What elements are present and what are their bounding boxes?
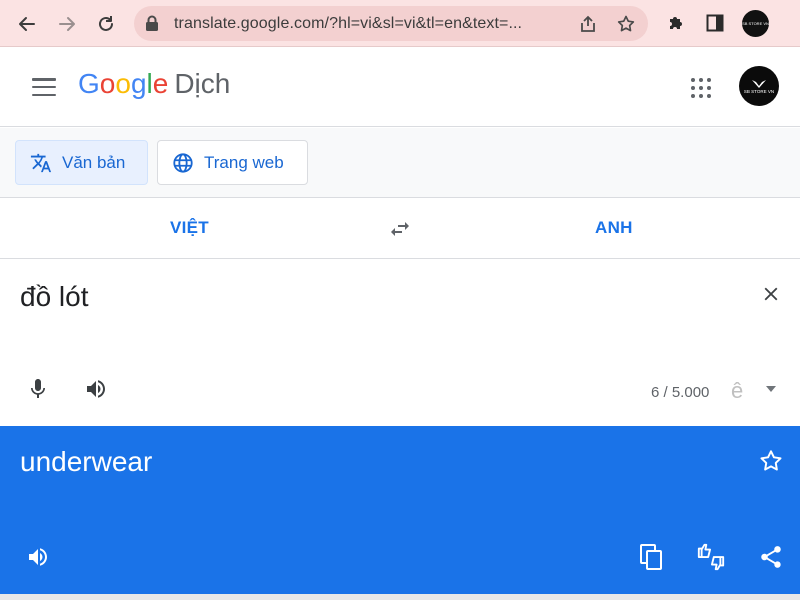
text-mode-label: Văn bản <box>62 152 126 172</box>
mode-toolbar: Văn bản Trang web <box>0 128 800 198</box>
apps-dot <box>699 94 703 98</box>
app-header: Google Dịch SB STORE VN <box>0 47 800 127</box>
arrow-left-icon <box>19 17 35 31</box>
bookmark-button[interactable] <box>616 14 636 34</box>
back-button[interactable] <box>11 8 43 40</box>
address-bar[interactable]: translate.google.com/?hl=vi&sl=vi&tl=en&… <box>134 6 648 41</box>
input-tools-dropdown[interactable] <box>766 386 776 392</box>
apps-dot <box>707 86 711 90</box>
logo-letter: e <box>152 68 169 99</box>
copy-icon <box>640 544 662 570</box>
target-language-tab[interactable]: ANH <box>595 218 633 238</box>
microphone-icon <box>31 379 45 398</box>
translation-output: underwear <box>20 446 153 477</box>
apps-dot <box>691 94 695 98</box>
input-tools-button[interactable]: ê <box>731 378 743 404</box>
extensions-button[interactable] <box>663 10 689 36</box>
menu-line <box>32 93 56 96</box>
profile-text: SB STORE VN <box>742 21 769 26</box>
text-mode-button[interactable]: Văn bản <box>15 140 148 185</box>
character-count: 6 / 5.000 <box>651 384 710 401</box>
listen-translation-button[interactable] <box>23 542 53 572</box>
puzzle-icon <box>670 17 682 29</box>
product-name: Dịch <box>174 68 231 99</box>
swap-languages-button[interactable] <box>386 215 414 243</box>
apps-dot <box>699 78 703 82</box>
avatar-logo-icon <box>752 79 766 88</box>
speaker-icon <box>29 548 47 566</box>
window-bottom-edge <box>0 594 800 600</box>
logo-letter: o <box>115 68 131 99</box>
translate-icon <box>30 153 52 172</box>
share-page-button[interactable] <box>578 14 598 34</box>
thumbs-rating-icon <box>697 543 725 571</box>
source-text-input[interactable]: đồ lót <box>20 281 89 313</box>
website-mode-label: Trang web <box>204 152 284 172</box>
voice-input-button[interactable] <box>24 375 52 403</box>
browser-profile-avatar[interactable]: SB STORE VN <box>742 10 769 37</box>
apps-dot <box>691 86 695 90</box>
side-panel-icon <box>706 14 724 32</box>
share-translation-button[interactable] <box>756 542 786 572</box>
browser-toolbar: translate.google.com/?hl=vi&sl=vi&tl=en&… <box>0 0 800 47</box>
translation-panel: underwear <box>0 426 800 594</box>
language-bar: VIỆT ANH <box>0 199 800 259</box>
forward-button[interactable] <box>51 8 83 40</box>
logo-letter: G <box>78 68 100 99</box>
reload-button[interactable] <box>90 8 122 40</box>
swap-icon <box>391 222 409 236</box>
arrow-right-icon <box>59 17 75 31</box>
source-language-tab[interactable]: VIỆT <box>170 218 209 238</box>
website-mode-button[interactable]: Trang web <box>157 140 308 185</box>
google-translate-logo[interactable]: Google Dịch <box>78 68 230 100</box>
google-apps-button[interactable] <box>688 75 714 101</box>
apps-dot <box>707 94 711 98</box>
menu-line <box>32 78 56 81</box>
star-outline-icon <box>617 15 635 32</box>
account-avatar[interactable]: SB STORE VN <box>739 66 779 106</box>
avatar-text: SB STORE VN <box>743 88 775 94</box>
apps-dot <box>707 78 711 82</box>
share-icon <box>581 15 595 32</box>
logo-letter: g <box>130 68 147 99</box>
lock-icon <box>146 15 158 31</box>
google-wordmark: Google <box>78 68 168 99</box>
url-text: translate.google.com/?hl=vi&sl=vi&tl=en&… <box>174 15 523 32</box>
star-outline-icon <box>760 450 782 471</box>
close-icon <box>764 287 778 301</box>
listen-source-button[interactable] <box>82 375 110 403</box>
share-icon <box>761 546 781 568</box>
rate-translation-button[interactable] <box>696 542 726 572</box>
save-translation-button[interactable] <box>756 446 786 476</box>
globe-icon <box>173 152 193 173</box>
speaker-icon <box>87 380 105 398</box>
source-panel: đồ lót 6 / 5.000 ê <box>0 260 800 426</box>
logo-letter: o <box>99 68 116 99</box>
clear-source-button[interactable] <box>757 280 785 308</box>
apps-dot <box>691 78 695 82</box>
main-menu-button[interactable] <box>28 73 60 101</box>
side-panel-button[interactable] <box>702 10 728 36</box>
menu-line <box>32 85 56 89</box>
reload-icon <box>99 16 113 31</box>
copy-translation-button[interactable] <box>637 542 667 572</box>
apps-dot <box>699 86 703 90</box>
